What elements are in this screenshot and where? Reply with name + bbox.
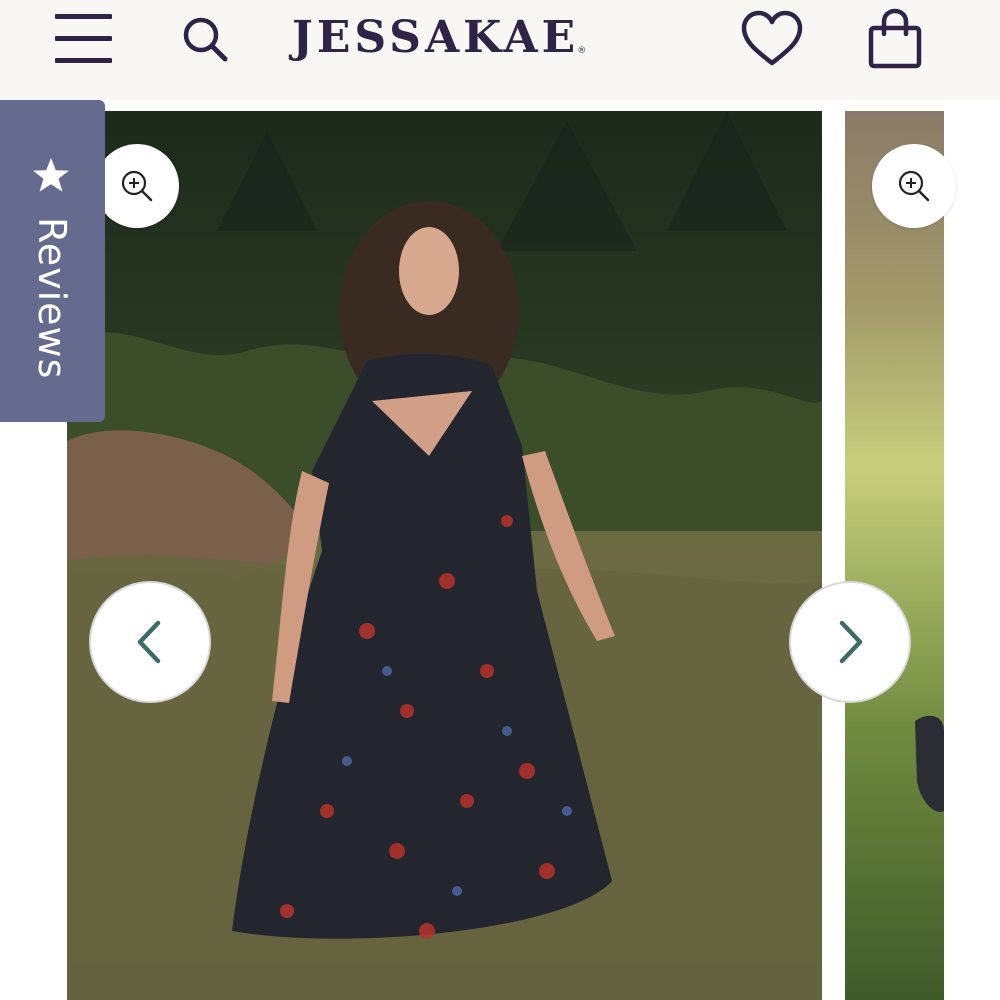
next-slide-button[interactable] — [789, 581, 911, 703]
chevron-right-icon — [839, 620, 863, 664]
reviews-label: Reviews — [30, 217, 74, 380]
zoom-in-button[interactable] — [95, 144, 179, 228]
registered-mark: ® — [577, 46, 587, 56]
menu-line — [55, 58, 112, 63]
zoom-in-icon — [121, 170, 153, 202]
product-image-gallery[interactable] — [0, 100, 1000, 1000]
chevron-left-icon — [137, 620, 161, 664]
zoom-in-button-next-slide[interactable] — [872, 144, 956, 228]
star-icon — [33, 158, 69, 192]
grass-field-photo[interactable] — [845, 111, 944, 1000]
heart-icon[interactable] — [740, 10, 804, 68]
shopping-bag-icon[interactable] — [866, 8, 924, 70]
woman-in-floral-dress-photo[interactable] — [67, 111, 822, 1000]
menu-line — [55, 14, 112, 19]
brand-name: JESSAKAE — [292, 12, 580, 63]
zoom-in-icon — [898, 170, 930, 202]
reviews-tab[interactable]: Reviews — [0, 100, 105, 422]
menu-icon[interactable] — [55, 14, 112, 64]
menu-line — [55, 36, 112, 41]
site-header: JESSAKAE ® — [0, 0, 1000, 100]
brand-logo[interactable]: JESSAKAE ® — [292, 6, 692, 70]
search-icon[interactable] — [180, 14, 230, 64]
previous-slide-button[interactable] — [89, 581, 211, 703]
